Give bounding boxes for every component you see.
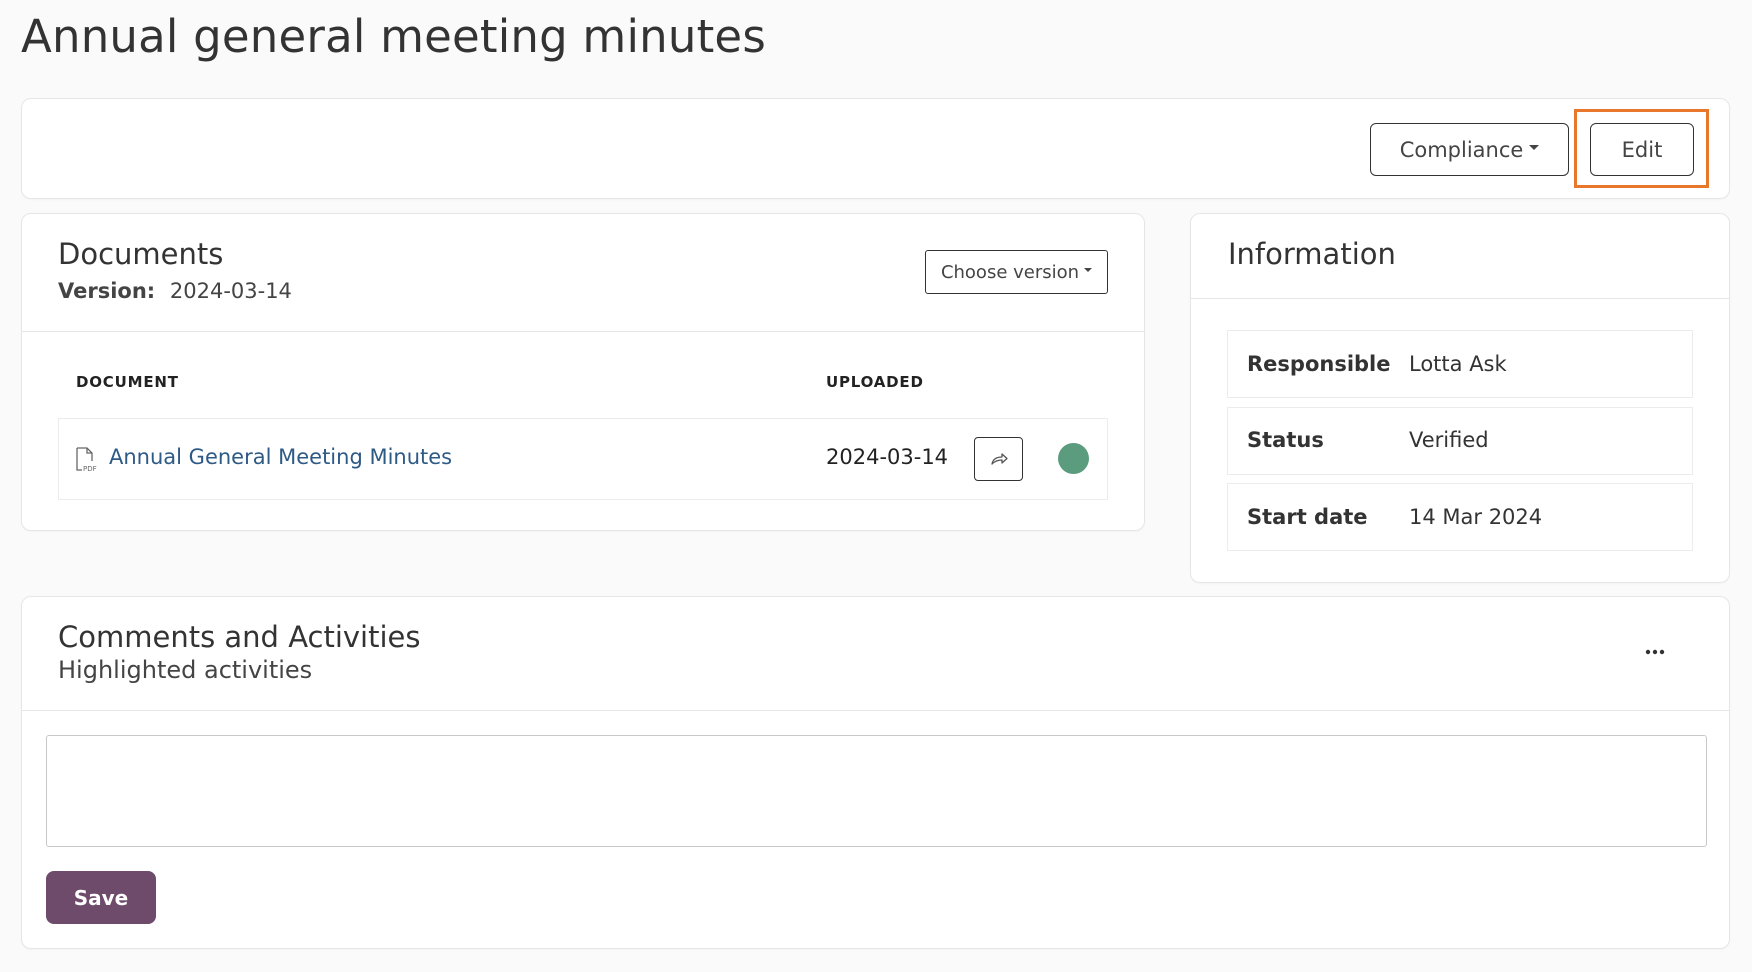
share-icon bbox=[989, 451, 1009, 467]
page-title: Annual general meeting minutes bbox=[21, 10, 766, 63]
compliance-label: Compliance bbox=[1399, 137, 1524, 162]
documents-divider bbox=[22, 331, 1144, 332]
column-header-document: DOCUMENT bbox=[76, 373, 179, 391]
comments-subtitle: Highlighted activities bbox=[58, 656, 313, 684]
save-button[interactable]: Save bbox=[46, 871, 156, 924]
column-header-uploaded: UPLOADED bbox=[826, 373, 924, 391]
chevron-down-icon bbox=[1529, 145, 1540, 150]
compliance-dropdown-button[interactable]: Compliance bbox=[1370, 123, 1569, 176]
info-value: Verified bbox=[1409, 428, 1489, 452]
information-divider bbox=[1191, 298, 1729, 299]
info-value: Lotta Ask bbox=[1409, 352, 1507, 376]
comments-title: Comments and Activities bbox=[58, 620, 421, 654]
documents-title: Documents bbox=[58, 237, 224, 271]
info-label: Start date bbox=[1247, 505, 1368, 529]
document-link[interactable]: Annual General Meeting Minutes bbox=[109, 445, 452, 469]
chevron-down-icon bbox=[1084, 268, 1093, 272]
comments-divider bbox=[22, 710, 1729, 711]
choose-version-dropdown[interactable]: Choose version bbox=[925, 250, 1108, 294]
version-info: Version: 2024-03-14 bbox=[58, 279, 292, 303]
svg-text:PDF: PDF bbox=[83, 465, 97, 473]
info-value: 14 Mar 2024 bbox=[1409, 505, 1543, 529]
more-horizontal-icon bbox=[1645, 649, 1665, 655]
uploaded-date: 2024-03-14 bbox=[826, 445, 949, 469]
information-title: Information bbox=[1228, 237, 1396, 271]
info-label: Status bbox=[1247, 428, 1324, 452]
choose-version-label: Choose version bbox=[940, 261, 1080, 283]
version-value: 2024-03-14 bbox=[169, 279, 292, 303]
more-options-button[interactable] bbox=[1638, 640, 1672, 664]
pdf-file-icon: PDF bbox=[74, 447, 98, 473]
share-button[interactable] bbox=[974, 437, 1023, 481]
info-label: Responsible bbox=[1247, 352, 1391, 376]
status-indicator-dot bbox=[1058, 443, 1089, 474]
edit-button-focus-highlight bbox=[1574, 109, 1709, 188]
comment-input[interactable] bbox=[46, 735, 1707, 847]
version-label: Version: bbox=[58, 279, 156, 303]
